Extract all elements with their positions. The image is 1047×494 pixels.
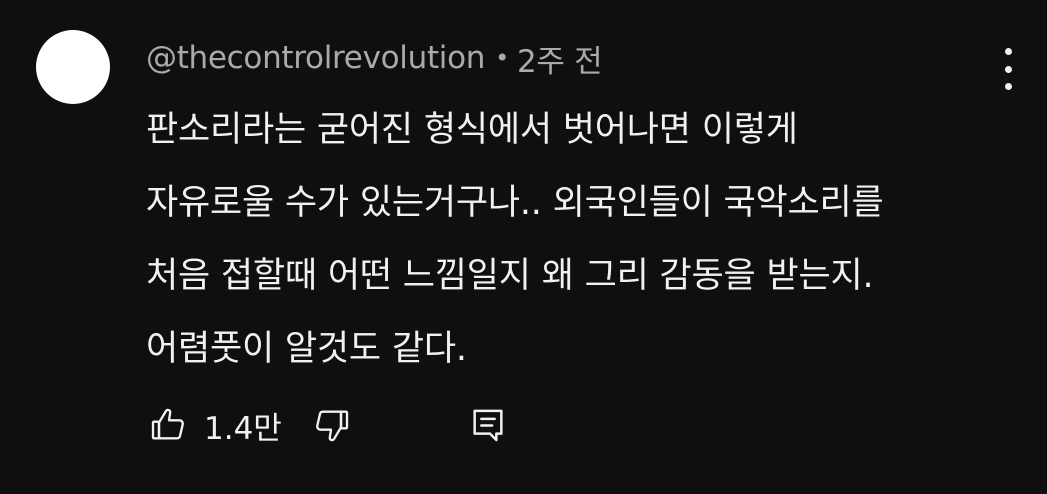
comment-action-bar: 1.4만 (146, 402, 510, 448)
like-button[interactable] (146, 403, 190, 447)
comment-reply-icon (473, 409, 503, 442)
reply-button[interactable] (466, 403, 510, 447)
comment-text-line: 처음 접할때 어떤 느낌일지 왜 그리 감동을 받는지. (146, 256, 874, 296)
author-name[interactable]: @thecontrolrevolution (146, 40, 485, 76)
published-time[interactable]: 2주 전 (517, 36, 603, 81)
avatar[interactable] (36, 30, 110, 104)
comment-header: @thecontrolrevolution • 2주 전 (146, 36, 603, 81)
more-vertical-icon (1004, 48, 1012, 55)
thumb-up-icon (151, 408, 184, 440)
comment-text: 판소리라는 굳어진 형식에서 벗어나면 이렇게 자유로울 수가 있는거구나.. … (146, 94, 1016, 386)
more-vertical-icon-dot (1004, 65, 1012, 73)
more-vertical-icon-dot (1004, 83, 1012, 90)
more-actions-button[interactable] (990, 48, 1026, 90)
comment-text-line: 자유로울 수가 있는거구나.. 외국인들이 국악소리를 (146, 183, 884, 223)
dislike-button[interactable] (310, 403, 354, 447)
comment-text-line: 판소리라는 굳어진 형식에서 벗어나면 이렇게 (146, 110, 798, 150)
like-count: 1.4만 (204, 410, 282, 447)
meta-separator: • (495, 44, 509, 72)
thumb-down-icon (315, 410, 348, 442)
comment-thread: @thecontrolrevolution • 2주 전 판소리라는 굳어진 형… (0, 0, 1047, 494)
comment-text-line: 어렴풋이 알것도 같다. (146, 329, 467, 369)
